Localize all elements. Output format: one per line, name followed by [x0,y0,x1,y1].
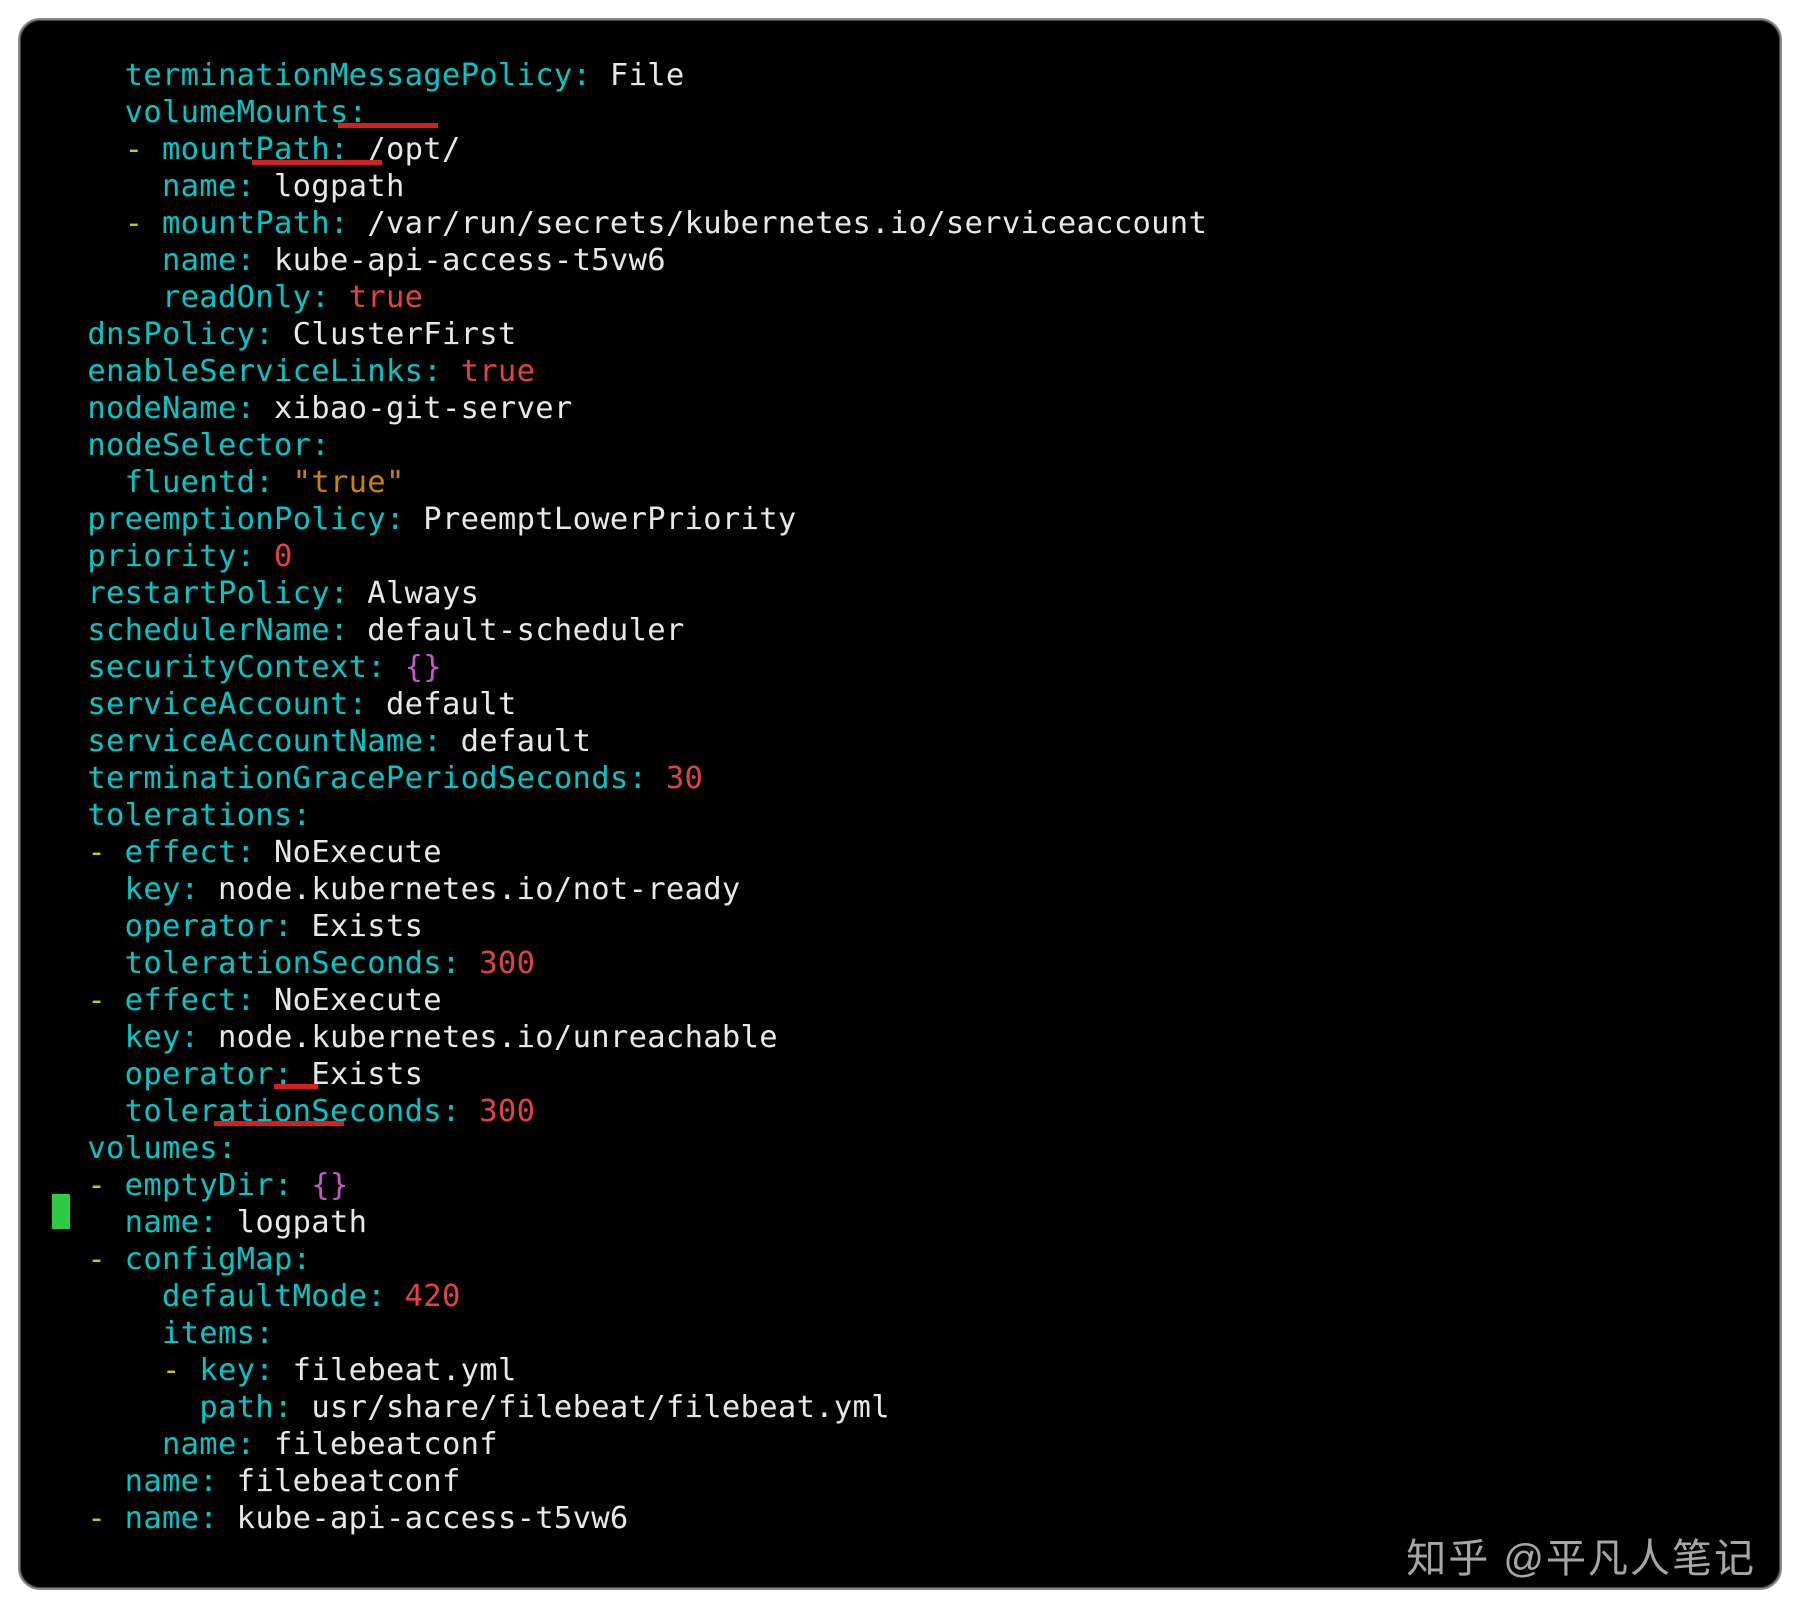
val-tol1-key: node.kubernetes.io/unreachable [218,1020,778,1055]
terminal-cursor-icon [52,1194,70,1229]
val-vmname-1: kube-api-access-t5vw6 [274,243,666,278]
val-terminationGracePeriodSeconds: 30 [666,761,703,796]
key-tol1-effect: effect [125,983,237,1018]
key-vmname-1: name [162,243,237,278]
key-cm-items: items [162,1316,255,1351]
key-tol1-operator: operator [125,1057,274,1092]
val-cm-item0-key: filebeat.yml [293,1353,517,1388]
key-terminationGracePeriodSeconds: terminationGracePeriodSeconds [87,761,628,796]
val-cm-defaultMode: 420 [405,1279,461,1314]
val-nodeName: xibao-git-server [274,391,573,426]
val-securityContext: {} [405,650,442,685]
key-serviceAccount: serviceAccount [87,687,348,722]
key-terminationMessagePolicy: terminationMessagePolicy [125,58,573,93]
val-mountPath-1: /var/run/secrets/kubernetes.io/serviceac… [367,206,1207,241]
key-vol0-emptyDir: emptyDir [125,1168,274,1203]
underline-emptydir-braces [274,1084,318,1089]
val-tol0-tolSec: 300 [479,946,535,981]
val-tol0-key: node.kubernetes.io/not-ready [218,872,741,907]
val-cm-name: filebeatconf [274,1427,498,1462]
key-cm-item0-path: path [199,1390,274,1425]
val-tol0-effect: NoExecute [274,835,442,870]
val-fluentd: "true" [293,465,405,500]
key-vmname-0: name [162,169,237,204]
key-vol1-configMap: configMap [125,1242,293,1277]
terminal-window: terminationMessagePolicy: File volumeMou… [18,18,1782,1590]
val-schedulerName: default-scheduler [367,613,684,648]
key-serviceAccountName: serviceAccountName [87,724,423,759]
val-restartPolicy: Always [367,576,479,611]
watermark-text: 知乎 @平凡人笔记 [1406,1541,1756,1578]
val-tol1-effect: NoExecute [274,983,442,1018]
key-tol1-key: key [125,1020,181,1055]
val-priority: 0 [274,539,293,574]
key-tol0-effect: effect [125,835,237,870]
val-dnsPolicy: ClusterFirst [293,317,517,352]
val-serviceAccount: default [386,687,517,722]
key-mountPath-1: mountPath [162,206,330,241]
key-fluentd: fluentd [125,465,256,500]
key-securityContext: securityContext [87,650,367,685]
key-vol1-name: name [125,1464,200,1499]
val-vol1-name: filebeatconf [237,1464,461,1499]
val-readOnly: true [349,280,424,315]
key-vol2-name: name [125,1501,200,1536]
val-preemptionPolicy: PreemptLowerPriority [423,502,796,537]
key-cm-defaultMode: defaultMode [162,1279,367,1314]
key-nodeName: nodeName [87,391,236,426]
val-cm-item0-path: usr/share/filebeat/filebeat.yml [311,1390,890,1425]
key-cm-item0-key: key [199,1353,255,1388]
key-cm-name: name [162,1427,237,1462]
val-vol0-emptyDir: {} [311,1168,348,1203]
key-restartPolicy: restartPolicy [87,576,330,611]
key-tol0-operator: operator [125,909,274,944]
val-vmname-0: logpath [274,169,405,204]
underline-logpath-2 [214,1121,344,1126]
val-tol1-operator: Exists [311,1057,423,1092]
key-volumeMounts: volumeMounts [125,95,349,130]
key-volumes: volumes [87,1131,218,1166]
val-enableServiceLinks: true [461,354,536,389]
key-preemptionPolicy: preemptionPolicy [87,502,386,537]
key-vol0-name: name [125,1205,200,1240]
key-schedulerName: schedulerName [87,613,330,648]
val-tol1-tolSec: 300 [479,1094,535,1129]
key-priority: priority [87,539,236,574]
key-tol0-tolSec: tolerationSeconds [125,946,442,981]
key-nodeSelector: nodeSelector [87,428,311,463]
key-tol0-key: key [125,872,181,907]
key-readOnly: readOnly [162,280,311,315]
val-vol2-name: kube-api-access-t5vw6 [237,1501,629,1536]
val-terminationMessagePolicy: File [610,58,685,93]
key-tolerations: tolerations [87,798,292,833]
val-tol0-operator: Exists [311,909,423,944]
yaml-code-block[interactable]: terminationMessagePolicy: File volumeMou… [50,20,1760,1537]
val-serviceAccountName: default [461,724,592,759]
underline-logpath-1 [252,160,382,165]
key-dnsPolicy: dnsPolicy [87,317,255,352]
key-enableServiceLinks: enableServiceLinks [87,354,423,389]
underline-mountpath-opt [338,123,438,128]
val-vol0-name: logpath [237,1205,368,1240]
